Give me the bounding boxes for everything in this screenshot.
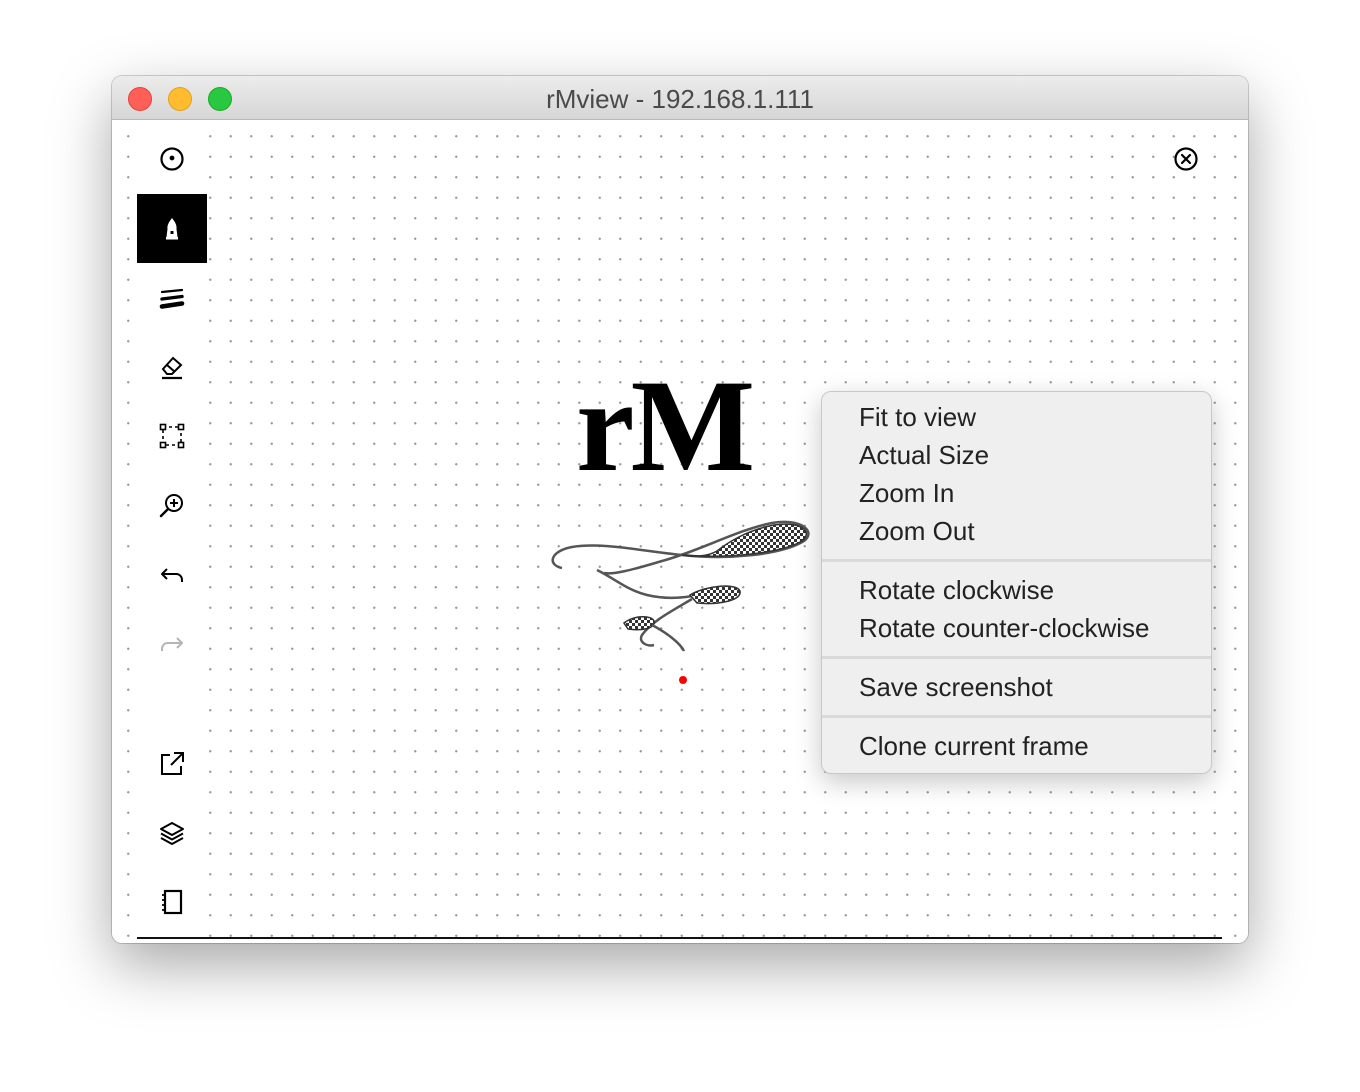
eraser-tool[interactable] — [137, 332, 207, 401]
external-link-icon — [161, 751, 184, 775]
select-area-tool[interactable] — [137, 401, 207, 470]
menu-item-save-screenshot[interactable]: Save screenshot — [822, 668, 1211, 706]
undo-button[interactable] — [137, 540, 207, 609]
close-circle-icon — [1174, 147, 1198, 171]
menu-item-actual-size[interactable]: Actual Size — [822, 436, 1211, 474]
redo-icon — [161, 636, 183, 651]
selection-tool[interactable] — [137, 124, 207, 193]
menu-separator — [822, 559, 1211, 562]
pen-nib-icon — [166, 217, 178, 239]
window-title: rMview - 192.168.1.111 — [546, 84, 814, 114]
menu-item-rotate-counter-clockwise[interactable]: Rotate counter-clockwise — [822, 609, 1211, 647]
zoom-in-icon — [159, 493, 183, 517]
page-bottom-edge — [137, 937, 1222, 939]
menu-item-fit-to-view[interactable]: Fit to view — [822, 398, 1211, 436]
layers-icon — [160, 821, 184, 845]
menu-separator — [822, 715, 1211, 718]
stroke-width-tool[interactable] — [137, 263, 207, 332]
circle-dot-icon — [160, 146, 184, 171]
zoom-tool[interactable] — [137, 471, 207, 540]
undo-icon — [161, 567, 183, 582]
pen-tool[interactable] — [137, 194, 207, 263]
context-menu: Fit to view Actual Size Zoom In Zoom Out… — [821, 391, 1212, 774]
flourish-drawing — [551, 520, 810, 652]
eraser-icon — [161, 356, 183, 379]
menu-item-rotate-clockwise[interactable]: Rotate clockwise — [822, 571, 1211, 609]
close-document-button[interactable] — [1173, 146, 1199, 172]
menu-item-zoom-in[interactable]: Zoom In — [822, 474, 1211, 512]
notebook-icon — [162, 889, 183, 914]
redo-button[interactable] — [137, 609, 207, 678]
layers-button[interactable] — [137, 798, 207, 867]
notebook-button[interactable] — [137, 867, 207, 936]
share-button[interactable] — [137, 729, 207, 798]
menu-item-clone-current-frame[interactable]: Clone current frame — [822, 727, 1211, 765]
pen-cursor-dot — [679, 676, 687, 684]
app-window: rMview - 192.168.1.111 rM Fit to view Ac… — [112, 76, 1248, 943]
rm-logo-drawing: rM — [576, 352, 755, 499]
menu-item-zoom-out[interactable]: Zoom Out — [822, 512, 1211, 550]
menu-separator — [822, 656, 1211, 659]
lines-icon — [159, 288, 185, 309]
tool-sidebar — [137, 120, 207, 943]
drawing-canvas[interactable]: rM Fit to view Actual Size Zoom In Zoom … — [112, 120, 1248, 943]
selection-box-icon — [159, 423, 185, 448]
title-bar[interactable]: rMview - 192.168.1.111 — [112, 76, 1248, 120]
